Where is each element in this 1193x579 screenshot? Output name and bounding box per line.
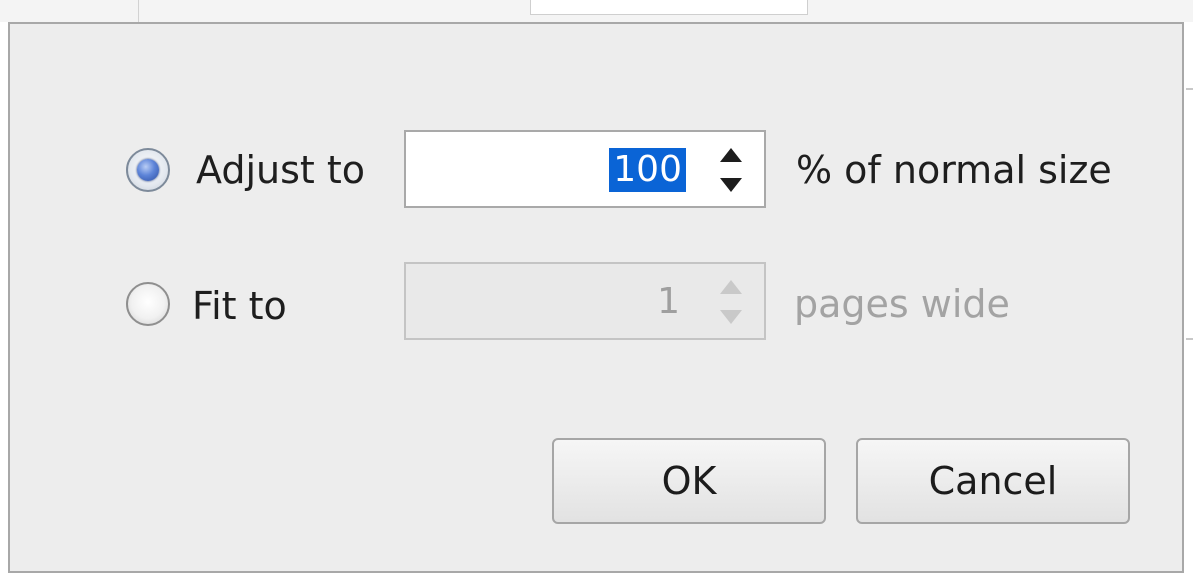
fit-to-radio[interactable] (126, 282, 170, 326)
fit-spin-buttons (714, 272, 750, 332)
host-field (530, 0, 808, 15)
fit-pages-spinner: 1 (404, 262, 766, 340)
arrow-up-icon (720, 280, 742, 294)
fit-suffix-label: pages wide (794, 282, 1010, 326)
adjust-suffix-label: % of normal size (796, 148, 1112, 192)
radio-selected-icon (137, 159, 159, 181)
page-scaling-dialog: Adjust to 100 % of normal size Fit to 1 … (8, 22, 1184, 573)
adjust-percent-value[interactable]: 100 (609, 148, 686, 192)
fit-to-row: Fit to 1 pages wide (10, 262, 1182, 342)
host-edge-mark (1186, 338, 1193, 340)
ok-button[interactable]: OK (552, 438, 826, 524)
host-edge-mark (1186, 88, 1193, 90)
fit-pages-value: 1 (657, 281, 680, 322)
adjust-spin-buttons[interactable] (714, 140, 750, 200)
arrow-down-icon[interactable] (720, 178, 742, 192)
host-divider (138, 0, 139, 22)
adjust-to-label[interactable]: Adjust to (196, 148, 365, 192)
adjust-to-radio[interactable] (126, 148, 170, 192)
arrow-up-icon[interactable] (720, 148, 742, 162)
fit-to-label[interactable]: Fit to (192, 284, 287, 328)
adjust-to-row: Adjust to 100 % of normal size (10, 130, 1182, 210)
adjust-percent-spinner[interactable]: 100 (404, 130, 766, 208)
cancel-button[interactable]: Cancel (856, 438, 1130, 524)
arrow-down-icon (720, 310, 742, 324)
host-window-edge (1186, 22, 1193, 579)
